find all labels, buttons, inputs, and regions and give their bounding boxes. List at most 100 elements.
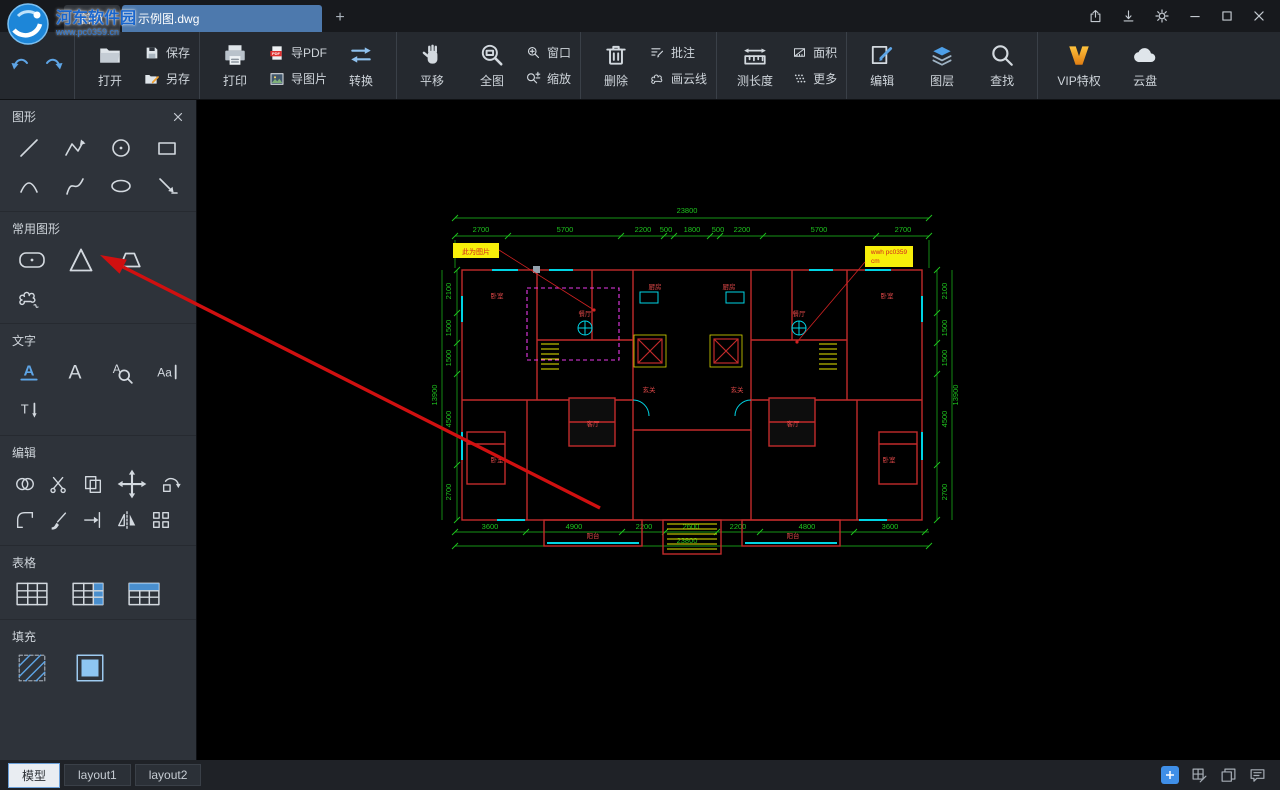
tool-table-insert-column[interactable] <box>68 579 108 609</box>
tab-document[interactable]: 示例图.dwg <box>122 5 322 32</box>
tool-match-properties[interactable] <box>46 505 72 535</box>
svg-text:卧室: 卧室 <box>491 291 505 300</box>
pan-button[interactable]: 平移 <box>406 32 458 99</box>
tool-move[interactable] <box>114 469 150 499</box>
tool-table-header[interactable] <box>124 579 164 609</box>
tool-table[interactable] <box>12 579 52 609</box>
feedback-bubble-icon[interactable] <box>1249 767 1266 784</box>
tool-sidebar: 图形 常用图形 文字 A A A Aa T <box>0 100 197 760</box>
zoom-extent-button[interactable] <box>1161 766 1179 784</box>
maximize-icon[interactable] <box>1220 9 1234 23</box>
layout-tab-2[interactable]: layout2 <box>135 764 202 786</box>
zoom-button[interactable]: 缩放 <box>526 70 571 87</box>
svg-text:卧室: 卧室 <box>491 455 505 464</box>
tool-rotate[interactable] <box>158 469 184 499</box>
tool-circle[interactable] <box>104 133 138 163</box>
tool-text[interactable]: A <box>58 357 92 387</box>
tool-arc[interactable] <box>12 171 46 201</box>
export-image-button[interactable]: 导图片 <box>269 70 327 87</box>
cloud-drive-button[interactable]: 云盘 <box>1119 32 1171 99</box>
tool-spline[interactable] <box>58 171 92 201</box>
find-button[interactable]: 查找 <box>976 32 1028 99</box>
export-image-label: 导图片 <box>291 70 327 87</box>
leader-arrow-icon <box>155 174 179 198</box>
delete-button[interactable]: 删除 <box>590 32 642 99</box>
tool-revision-cloud[interactable] <box>12 283 46 313</box>
export-pdf-button[interactable]: PDF 导PDF <box>269 44 327 61</box>
layout-tab-model[interactable]: 模型 <box>8 763 60 788</box>
area-button[interactable]: 面积 <box>792 44 837 61</box>
close-icon[interactable] <box>1252 9 1266 23</box>
undo-icon[interactable] <box>9 54 33 78</box>
svg-text:2200: 2200 <box>636 522 653 531</box>
new-tab-button[interactable]: + <box>328 6 352 30</box>
tab-home[interactable]: 首页 <box>64 5 120 32</box>
svg-text:2600: 2600 <box>683 522 700 531</box>
tool-leader[interactable] <box>150 171 184 201</box>
vip-button[interactable]: VIP特权 <box>1047 32 1111 99</box>
tool-mirror[interactable] <box>114 505 140 535</box>
rectangle-icon <box>155 136 179 160</box>
settings-gear-icon[interactable] <box>1154 8 1170 24</box>
mirror-icon <box>116 509 138 531</box>
tool-rectangle[interactable] <box>150 133 184 163</box>
tool-ellipse[interactable] <box>104 171 138 201</box>
tool-edit-text[interactable]: Aa <box>150 357 184 387</box>
tool-cut[interactable] <box>46 469 72 499</box>
more-dots-icon <box>792 71 807 86</box>
tool-line[interactable] <box>12 133 46 163</box>
tool-text-underline[interactable]: A <box>12 357 46 387</box>
save-button[interactable]: 保存 <box>144 44 190 61</box>
edit-button[interactable]: 编辑 <box>856 32 908 99</box>
download-icon[interactable] <box>1121 9 1136 24</box>
tool-trapezoid[interactable] <box>110 245 150 275</box>
find-icon <box>989 42 1015 68</box>
selection-highlight <box>527 288 619 360</box>
measure-length-button[interactable]: 测长度 <box>726 32 784 99</box>
more-button[interactable]: 更多 <box>792 70 837 87</box>
close-panel-icon[interactable] <box>172 111 184 123</box>
redo-icon[interactable] <box>41 54 65 78</box>
plus-icon <box>1164 769 1176 781</box>
drawing-canvas[interactable]: 23800 2700 5700 2200 500 1800 500 2200 5… <box>197 100 1280 760</box>
convert-button[interactable]: 转换 <box>335 32 387 99</box>
tool-triangle[interactable] <box>64 245 98 275</box>
open-button[interactable]: 打开 <box>84 32 136 99</box>
tool-offset[interactable] <box>12 469 38 499</box>
layers-label: 图层 <box>930 72 954 89</box>
share-icon[interactable] <box>1088 9 1103 24</box>
svg-text:5700: 5700 <box>811 225 828 234</box>
window-zoom-button[interactable]: 窗口 <box>526 44 571 61</box>
section-common-shapes: 常用图形 <box>0 212 196 324</box>
full-view-button[interactable]: 全图 <box>466 32 518 99</box>
svg-text:2200: 2200 <box>635 225 652 234</box>
tool-polyline[interactable] <box>58 133 92 163</box>
tool-find-text[interactable]: A <box>104 357 138 387</box>
annotate-button[interactable]: 批注 <box>650 44 707 61</box>
svg-text:4800: 4800 <box>799 522 816 531</box>
svg-text:3600: 3600 <box>882 522 899 531</box>
tool-rounded-rect[interactable] <box>12 245 52 275</box>
minimize-icon[interactable] <box>1188 9 1202 23</box>
rounded-rect-icon <box>16 247 48 273</box>
tool-copy[interactable] <box>80 469 106 499</box>
stacked-windows-icon[interactable] <box>1220 767 1237 784</box>
tool-vertical-text[interactable]: T <box>12 395 46 425</box>
trash-icon <box>603 42 629 68</box>
tool-fillet[interactable] <box>12 505 38 535</box>
quick-markup-icon[interactable] <box>1191 767 1208 784</box>
tool-hatch-pattern[interactable] <box>12 653 52 683</box>
save-as-button[interactable]: 另存 <box>144 70 190 87</box>
layout-tab-1[interactable]: layout1 <box>64 764 131 786</box>
group-view: 平移 全图 窗口 缩放 <box>397 32 581 99</box>
tool-align[interactable] <box>80 505 106 535</box>
layers-button[interactable]: 图层 <box>916 32 968 99</box>
tool-array[interactable] <box>148 505 174 535</box>
group-output: 打印 PDF 导PDF 导图片 转换 <box>200 32 397 99</box>
edit-section-title: 编辑 <box>12 444 36 461</box>
pan-label: 平移 <box>420 72 444 89</box>
print-button[interactable]: 打印 <box>209 32 261 99</box>
find-label: 查找 <box>990 72 1014 89</box>
draw-cloud-button[interactable]: 画云线 <box>650 70 707 87</box>
tool-hatch-solid[interactable] <box>70 653 110 683</box>
